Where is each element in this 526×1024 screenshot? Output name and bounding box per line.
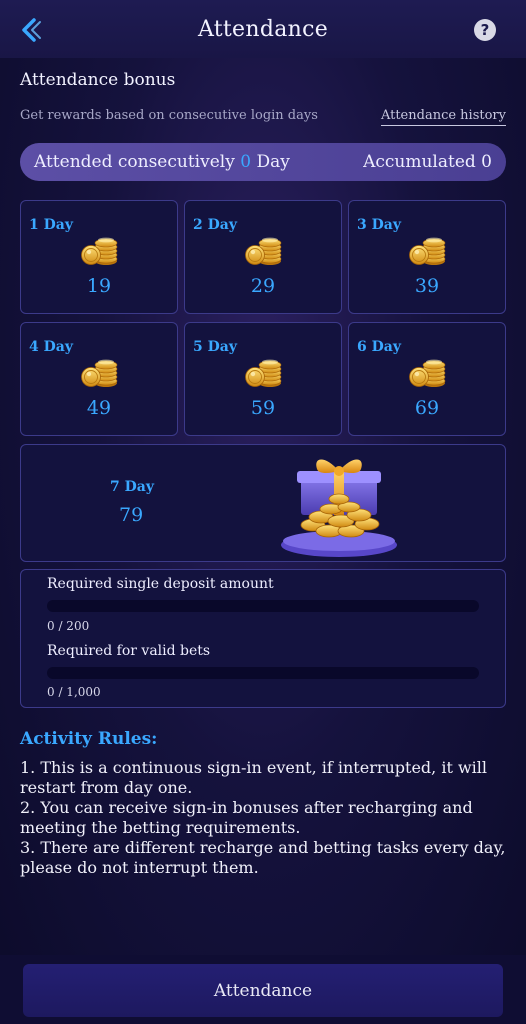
rule-item: 2. You can receive sign-in bonuses after… (20, 798, 473, 837)
deposit-requirement-label: Required single deposit amount (47, 576, 274, 592)
coin-stack-icon (80, 234, 120, 266)
day-card-2: 2 Day 29 (184, 200, 342, 314)
activity-rules-list: 1. This is a continuous sign-in event, i… (20, 758, 506, 878)
day-amount: 69 (414, 397, 440, 419)
streak-suffix: Day (256, 152, 290, 172)
streak-prefix: Attended consecutively (34, 152, 235, 172)
day-card-1: 1 Day 19 (20, 200, 178, 314)
streak-bar: Attended consecutively 0 Day Accumulated… (20, 143, 506, 181)
coin-stack-icon (244, 234, 284, 266)
day-label: 6 Day (357, 339, 401, 355)
accumulated-value: 0 (481, 152, 492, 172)
streak-count: 0 (240, 152, 252, 172)
accumulated-label: Accumulated (363, 152, 476, 172)
day-card-4: 4 Day 49 (20, 322, 178, 436)
requirements-panel: Required single deposit amount 0 / 200 R… (20, 569, 506, 708)
footer-bar: Attendance (0, 955, 526, 1024)
day-label: 5 Day (193, 339, 237, 355)
back-arrow-icon[interactable] (14, 14, 46, 46)
attendance-bonus-subtitle: Get rewards based on consecutive login d… (20, 108, 318, 123)
day-amount: 49 (86, 397, 112, 419)
day-label: 2 Day (193, 217, 237, 233)
day-label: 7 Day (110, 479, 154, 495)
coin-stack-icon (408, 356, 448, 388)
coin-stack-icon (80, 356, 120, 388)
rule-item: 3. There are different recharge and bett… (20, 838, 506, 877)
coin-stack-icon (408, 234, 448, 266)
app-header: Attendance ? (0, 0, 526, 58)
day-label: 4 Day (29, 339, 73, 355)
day-card-5: 5 Day 59 (184, 322, 342, 436)
attendance-button[interactable]: Attendance (23, 964, 503, 1017)
day-amount: 39 (414, 275, 440, 297)
deposit-progress-value: 0 / 200 (47, 619, 90, 633)
coin-stack-icon (244, 356, 284, 388)
attendance-bonus-title: Attendance bonus (20, 70, 176, 90)
bets-progress-value: 0 / 1,000 (47, 685, 101, 699)
streak-consecutive: Attended consecutively 0 Day (34, 152, 290, 172)
day-label: 1 Day (29, 217, 73, 233)
deposit-progress-bar (47, 600, 479, 612)
bets-requirement-label: Required for valid bets (47, 643, 211, 659)
streak-accumulated: Accumulated 0 (363, 152, 492, 172)
help-icon[interactable]: ? (474, 19, 496, 41)
day-card-6: 6 Day 69 (348, 322, 506, 436)
day-label: 3 Day (357, 217, 401, 233)
rule-item: 1. This is a continuous sign-in event, i… (20, 758, 488, 797)
page-title: Attendance (197, 16, 329, 42)
activity-rules-title: Activity Rules: (20, 729, 158, 749)
attendance-history-link[interactable]: Attendance history (380, 108, 506, 126)
gift-box-icon (281, 459, 397, 557)
day-card-7: 7 Day 79 (20, 444, 506, 562)
bets-progress-bar (47, 667, 479, 679)
day-amount: 79 (119, 504, 144, 526)
day-card-3: 3 Day 39 (348, 200, 506, 314)
day-amount: 19 (86, 275, 112, 297)
day-amount: 29 (250, 275, 276, 297)
day-amount: 59 (250, 397, 276, 419)
